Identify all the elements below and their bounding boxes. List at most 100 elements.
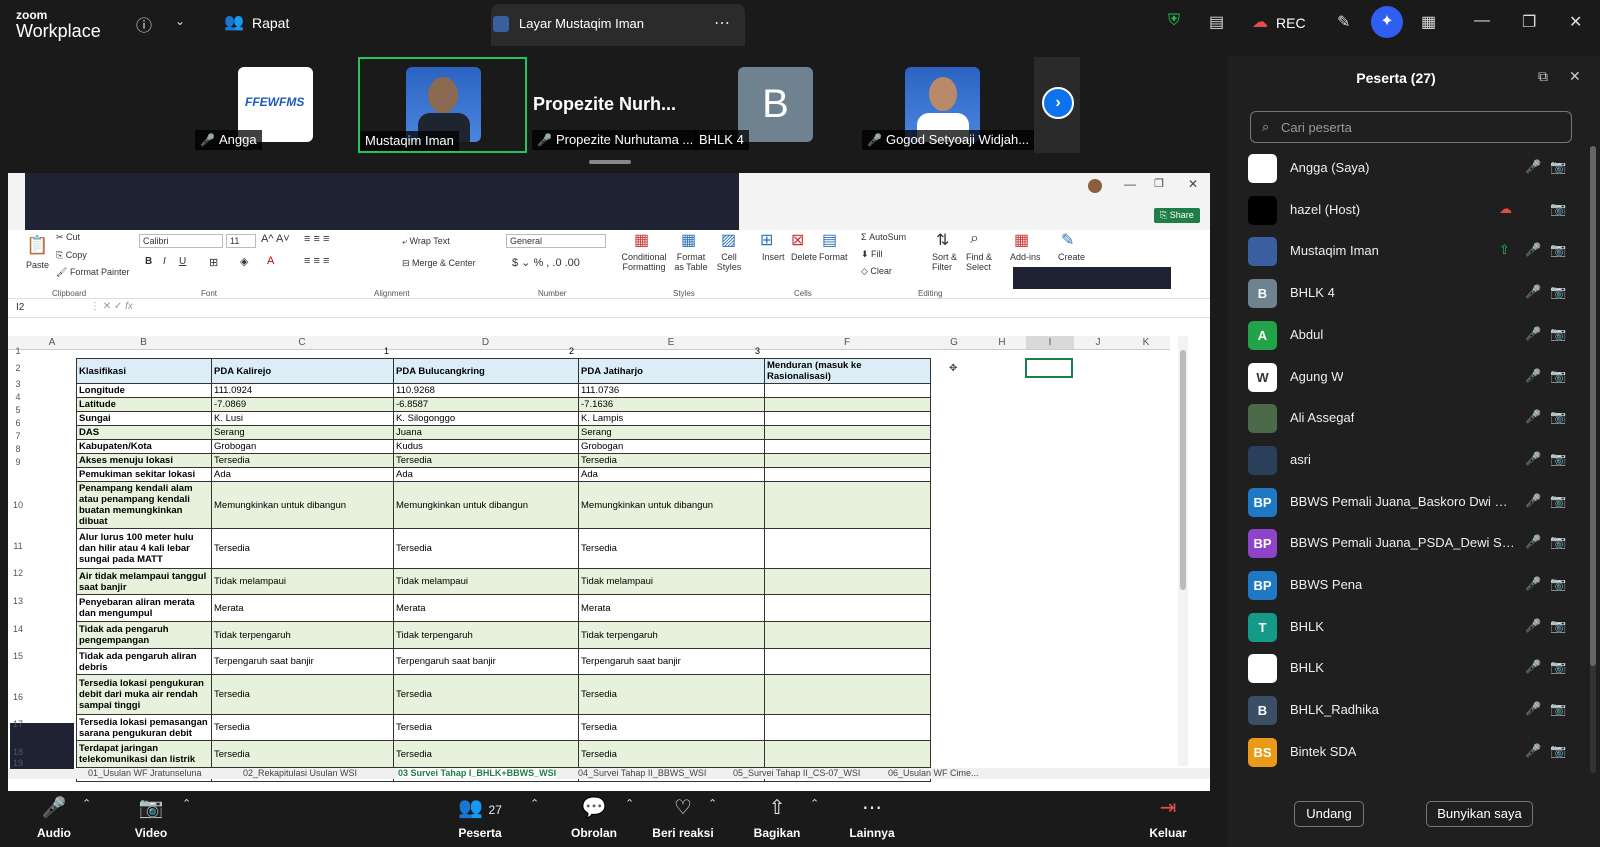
row-header[interactable]: 16 <box>8 692 28 702</box>
info-icon[interactable]: ⓘ <box>136 12 152 36</box>
format-table-icon[interactable]: ▦ <box>681 230 696 250</box>
participant-item[interactable]: A Abdul 🎤 📷 <box>1228 315 1600 357</box>
table-cell[interactable]: Ada <box>393 467 579 482</box>
table-cell[interactable]: Kabupaten/Kota <box>76 439 212 454</box>
table-cell[interactable]: Merata <box>393 594 579 622</box>
minimize-icon[interactable]: — <box>1124 177 1136 191</box>
header-cell[interactable]: PDA Jatiharjo <box>578 358 765 384</box>
table-cell[interactable]: Kudus <box>393 439 579 454</box>
table-cell[interactable]: Tersedia <box>578 674 765 715</box>
table-cell[interactable]: Longitude <box>76 383 212 398</box>
table-cell[interactable]: Akses menuju lokasi <box>76 453 212 468</box>
table-cell[interactable]: Memungkinkan untuk dibangun <box>393 481 579 529</box>
participant-item[interactable]: Angga (Saya) 🎤 📷 <box>1228 148 1600 190</box>
borders-icon[interactable]: ⊞ <box>209 256 218 269</box>
col-k[interactable]: K <box>1122 336 1170 350</box>
table-cell[interactable]: Tersedia <box>393 453 579 468</box>
clear-button[interactable]: ◇ Clear <box>861 266 892 277</box>
conditional-formatting-button[interactable]: Conditional Formatting <box>619 252 669 272</box>
row-header[interactable]: 14 <box>8 624 28 634</box>
table-cell[interactable]: Penyebaran aliran merata dan mengumpul <box>76 594 212 622</box>
font-size-select[interactable]: 11 <box>226 234 256 248</box>
font-select[interactable]: Calibri <box>139 234 223 248</box>
fill-button[interactable]: ⬇ Fill <box>861 249 883 260</box>
sheet-tab[interactable]: 03 Survei Tahap I_BHLK+BBWS_WSI <box>398 768 557 778</box>
table-cell[interactable] <box>764 568 931 595</box>
cell-styles-button[interactable]: Cell Styles <box>714 252 744 272</box>
chevron-down-icon[interactable]: ⌄ <box>175 14 185 28</box>
chevron-up-icon[interactable]: ⌃ <box>182 797 191 810</box>
row-header[interactable]: 12 <box>8 568 28 578</box>
number-format-select[interactable]: General <box>506 234 606 248</box>
row-header[interactable]: 9 <box>8 457 28 467</box>
row-header[interactable]: 6 <box>8 418 28 428</box>
video-tile-active-speaker[interactable]: Mustaqim Iman <box>358 57 527 153</box>
cell-d1[interactable]: 2 <box>569 346 574 356</box>
table-cell[interactable]: Sungai <box>76 411 212 426</box>
table-cell[interactable]: 111.0736 <box>578 383 765 398</box>
table-cell[interactable] <box>764 397 931 412</box>
table-cell[interactable]: K. Lampis <box>578 411 765 426</box>
share-button[interactable]: ⎘ Share <box>1154 208 1200 223</box>
participant-item[interactable]: BP BBWS Pena 🎤 📷 <box>1228 565 1600 607</box>
participant-item[interactable]: asri 🎤 📷 <box>1228 440 1600 482</box>
insert-button[interactable]: Insert <box>762 252 785 262</box>
table-cell[interactable]: Tidak ada pengaruh pengempangan <box>76 621 212 649</box>
shield-icon[interactable]: ⛨ <box>1168 12 1180 30</box>
row-header[interactable]: 4 <box>8 392 28 402</box>
row-header-1[interactable]: 1 <box>8 346 28 356</box>
table-cell[interactable]: Memungkinkan untuk dibangun <box>211 481 394 529</box>
table-cell[interactable] <box>764 740 931 768</box>
bold-button[interactable]: B <box>145 256 152 267</box>
delete-icon[interactable]: ⊠ <box>791 230 804 250</box>
participant-item[interactable]: Ali Assegaf 🎤 📷 <box>1228 398 1600 440</box>
delete-button[interactable]: Delete <box>791 252 817 262</box>
table-cell[interactable]: Tersedia <box>211 528 394 569</box>
sort-filter-icon[interactable]: ⇅ <box>936 230 949 250</box>
table-cell[interactable]: Tidak melampaui <box>211 568 394 595</box>
copy-button[interactable]: ⎘ Copy <box>56 250 87 261</box>
participant-item[interactable]: BHLK 🎤 📷 <box>1228 648 1600 690</box>
table-cell[interactable] <box>764 621 931 649</box>
table-cell[interactable]: Tidak terpengaruh <box>578 621 765 649</box>
table-cell[interactable]: Tersedia lokasi pemasangan sarana penguk… <box>76 714 212 741</box>
table-cell[interactable] <box>764 383 931 398</box>
table-cell[interactable]: Ada <box>211 467 394 482</box>
sort-filter-button[interactable]: Sort & Filter <box>932 252 962 272</box>
row-header[interactable]: 3 <box>8 379 28 389</box>
cut-button[interactable]: ✂ Cut <box>56 232 80 243</box>
table-cell[interactable]: Juana <box>393 425 579 440</box>
table-cell[interactable]: 111.0924 <box>211 383 394 398</box>
table-cell[interactable]: Terpengaruh saat banjir <box>578 648 765 675</box>
sheet-tab[interactable]: 06_Usulan WF Cime... <box>888 768 979 778</box>
share-screen-button[interactable]: ⇧ Bagikan <box>732 791 822 847</box>
table-cell[interactable]: Tersedia <box>393 674 579 715</box>
conditional-formatting-icon[interactable]: ▦ <box>634 230 649 250</box>
close-icon[interactable]: ✕ <box>1188 177 1198 191</box>
tab-screen-share[interactable]: Layar Mustaqim Iman ⋯ <box>491 4 745 46</box>
row-header[interactable]: 18 <box>8 747 28 757</box>
table-cell[interactable] <box>764 453 931 468</box>
col-h[interactable]: H <box>978 336 1026 350</box>
table-cell[interactable]: Terdapat jaringan telekomunikasi dan lis… <box>76 740 212 768</box>
table-cell[interactable]: DAS <box>76 425 212 440</box>
number-format-icons[interactable]: $ ⌄ % , .0 .00 <box>512 256 580 269</box>
more-options-icon[interactable]: ⋯ <box>714 13 730 33</box>
row-header[interactable]: 15 <box>8 651 28 661</box>
chevron-up-icon[interactable]: ⌃ <box>810 797 819 810</box>
underline-button[interactable]: U <box>179 256 186 267</box>
table-cell[interactable]: Merata <box>211 594 394 622</box>
table-cell[interactable]: Merata <box>578 594 765 622</box>
table-cell[interactable]: Grobogan <box>578 439 765 454</box>
minimize-icon[interactable]: — <box>1474 12 1490 30</box>
table-cell[interactable]: Tersedia <box>393 528 579 569</box>
table-cell[interactable]: Tersedia <box>578 740 765 768</box>
tab-meeting[interactable]: Rapat <box>252 15 289 31</box>
row-header[interactable]: 11 <box>8 541 28 551</box>
document-icon[interactable]: ▤ <box>1209 12 1224 32</box>
restore-icon[interactable]: ❐ <box>1154 177 1164 190</box>
header-cell[interactable]: PDA Kalirejo <box>211 358 394 384</box>
participant-item[interactable]: BP BBWS Pemali Juana_PSDA_Dewi Shinta 🎤 📷 <box>1228 523 1600 565</box>
table-cell[interactable] <box>764 648 931 675</box>
close-icon[interactable]: ✕ <box>1569 12 1582 32</box>
